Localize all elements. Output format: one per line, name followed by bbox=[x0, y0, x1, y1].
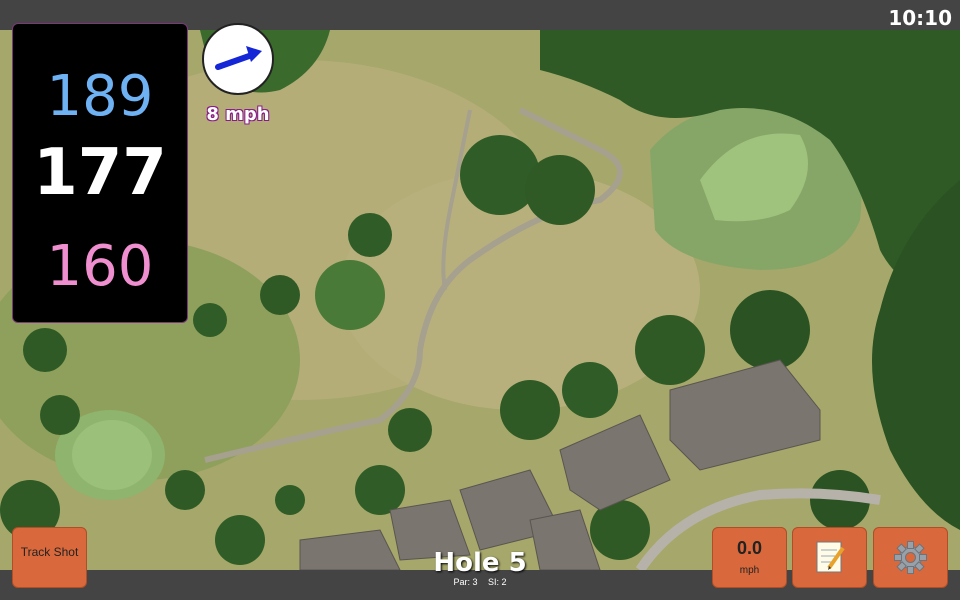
front-distance: 160 bbox=[46, 234, 154, 299]
notepad-icon bbox=[816, 541, 845, 573]
speed-value: 0.0 bbox=[736, 538, 763, 558]
clock: 10:10 bbox=[888, 6, 952, 30]
hole-title: Hole 5 bbox=[433, 548, 527, 578]
distance-panel: 189 177 160 bbox=[12, 23, 188, 323]
notes-button[interactable] bbox=[792, 527, 867, 588]
hole-info: Par: 3 SI: 2 bbox=[380, 577, 580, 587]
speed-button[interactable]: 0.0 mph bbox=[712, 527, 787, 588]
back-distance: 189 bbox=[46, 64, 154, 129]
track-shot-button[interactable]: Track Shot bbox=[12, 527, 87, 588]
wind-indicator bbox=[202, 23, 274, 95]
settings-button[interactable] bbox=[873, 527, 948, 588]
gear-icon bbox=[894, 541, 927, 574]
hole-par: Par: 3 bbox=[453, 577, 478, 587]
wind-direction-arrow-icon bbox=[215, 46, 262, 70]
hole-stroke-index: SI: 2 bbox=[488, 577, 507, 587]
wind-speed: 8 mph bbox=[206, 104, 270, 125]
middle-distance: 177 bbox=[33, 136, 167, 210]
speed-unit: mph bbox=[739, 565, 760, 576]
